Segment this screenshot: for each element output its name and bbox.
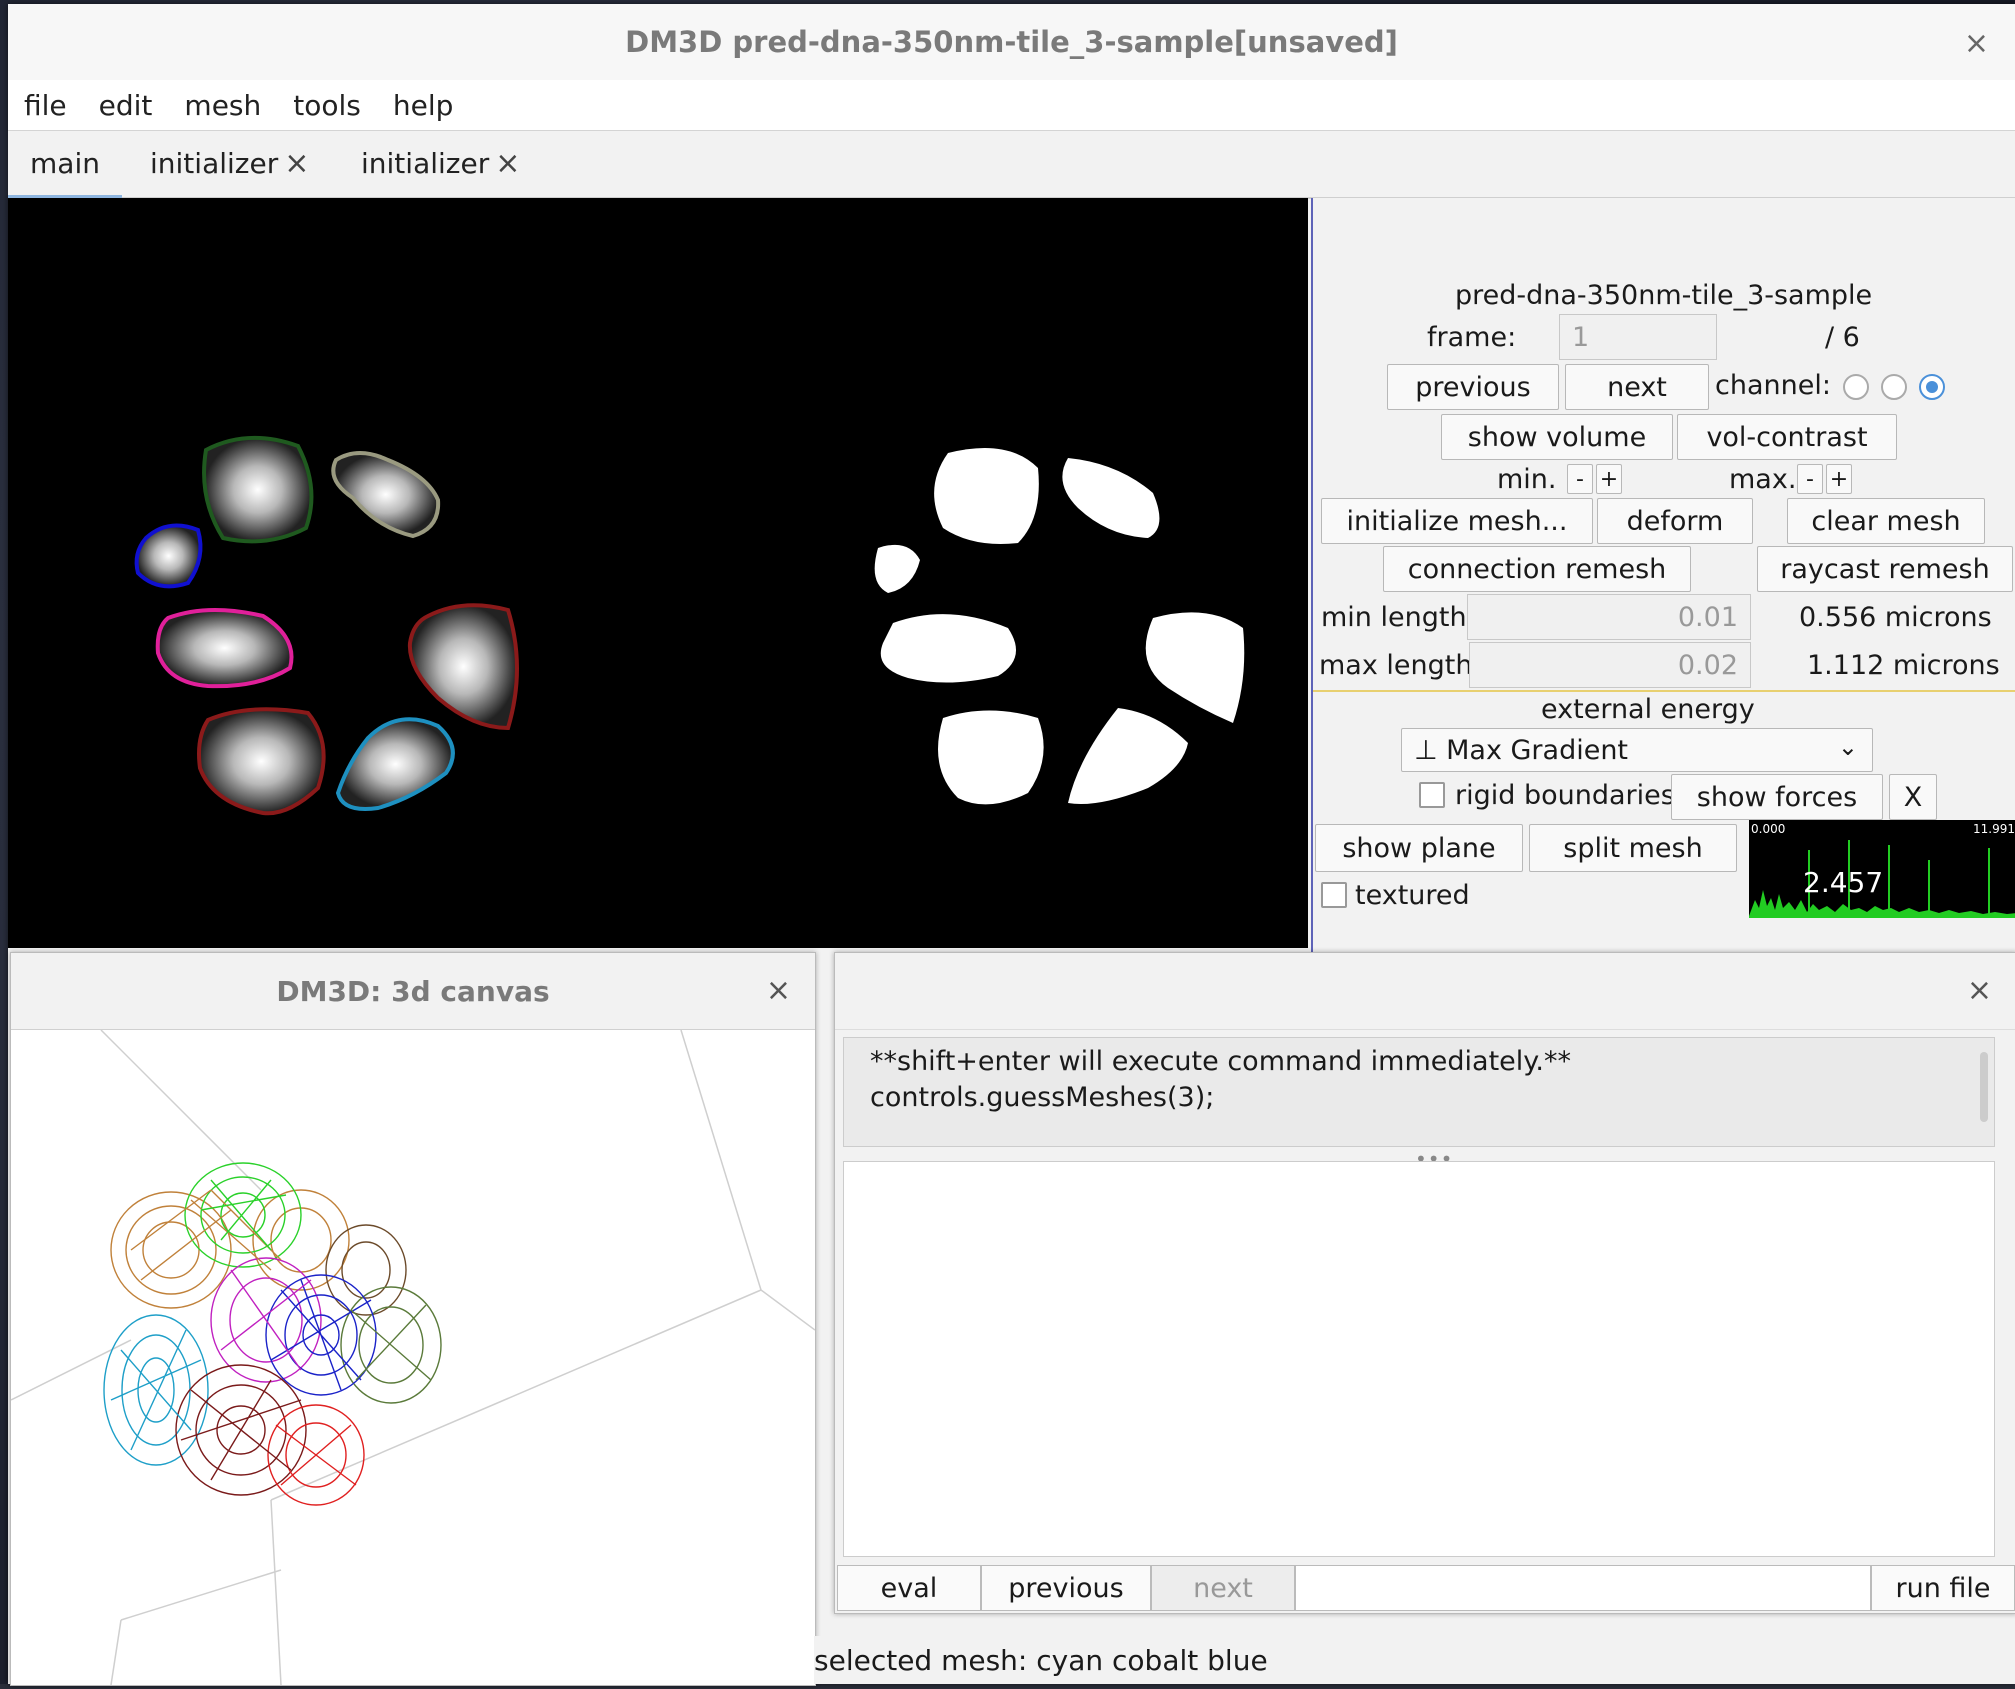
vol-contrast-button[interactable]: vol-contrast — [1677, 414, 1897, 460]
section-divider — [1313, 690, 2015, 692]
canvas3d-title: DM3D: 3d canvas — [276, 974, 550, 1008]
textured-checkbox[interactable] — [1321, 882, 1347, 908]
image-canvas[interactable] — [8, 198, 1308, 948]
max-length-microns: 1.112 microns — [1807, 650, 2000, 681]
tab-main-label: main — [30, 146, 100, 180]
min-length-microns: 0.556 microns — [1799, 602, 1992, 633]
nucleus-green[interactable] — [202, 436, 314, 544]
channel-radio-3[interactable] — [1919, 374, 1945, 400]
output-line: controls.guessMeshes(3); — [870, 1082, 1215, 1113]
script-input[interactable] — [843, 1161, 1995, 1557]
nucleus-magenta[interactable] — [155, 608, 294, 689]
split-mesh-button[interactable]: split mesh — [1529, 824, 1737, 872]
max-increase-button[interactable]: + — [1826, 464, 1852, 494]
rigid-boundaries-label: rigid boundaries — [1455, 780, 1675, 811]
frame-label: frame: — [1427, 322, 1517, 353]
show-plane-button[interactable]: show plane — [1315, 824, 1523, 872]
histogram-min: 0.000 — [1751, 822, 1786, 836]
script-next-button[interactable]: next — [1151, 1565, 1295, 1611]
menu-bar: file edit mesh tools help — [8, 80, 2015, 131]
nucleus-red-bottom[interactable] — [197, 707, 326, 816]
eval-button[interactable]: eval — [837, 1565, 981, 1611]
max-label: max. — [1729, 464, 1797, 495]
control-panel: pred-dna-350nm-tile_3-sample frame: 1 / … — [1311, 198, 2015, 956]
min-length-field[interactable]: 0.01 — [1467, 594, 1751, 640]
deform-button[interactable]: deform — [1597, 498, 1753, 544]
run-file-button[interactable]: run file — [1871, 1565, 2015, 1611]
previous-button[interactable]: previous — [1387, 364, 1559, 410]
output-line: **shift+enter will execute command immed… — [870, 1046, 1571, 1077]
menu-mesh[interactable]: mesh — [184, 89, 261, 122]
binary-mask — [874, 448, 1245, 805]
script-previous-button[interactable]: previous — [981, 1565, 1151, 1611]
tab-initializer-1[interactable]: initializer × — [150, 131, 309, 195]
close-icon[interactable]: × — [1964, 26, 1989, 61]
title-bar: DM3D pred-dna-350nm-tile_3-sample[unsave… — [8, 4, 2015, 80]
max-length-label: max length — [1319, 650, 1473, 681]
show-volume-button[interactable]: show volume — [1441, 414, 1673, 460]
mesh-wireframes — [103, 1162, 442, 1506]
image-view — [134, 436, 1245, 816]
channel-radio-2[interactable] — [1881, 374, 1907, 400]
min-length-label: min length — [1321, 602, 1467, 633]
menu-tools[interactable]: tools — [293, 89, 361, 122]
script-window: × **shift+enter will execute command imm… — [834, 952, 2015, 1614]
mesh-scene — [10, 1029, 816, 1686]
rigid-boundaries-checkbox[interactable] — [1419, 782, 1445, 808]
script-title-bar: × — [835, 953, 2015, 1030]
close-icon[interactable]: × — [766, 973, 791, 1008]
status-bar: selected mesh: cyan cobalt blue — [814, 1636, 2015, 1684]
window-title: DM3D pred-dna-350nm-tile_3-sample[unsave… — [625, 25, 1398, 59]
external-energy-label: external energy — [1541, 694, 1755, 725]
raycast-remesh-button[interactable]: raycast remesh — [1757, 546, 2013, 592]
frame-total: / 6 — [1825, 322, 1860, 353]
textured-label: textured — [1355, 880, 1470, 911]
menu-help[interactable]: help — [393, 89, 454, 122]
channel-radio-1[interactable] — [1843, 374, 1869, 400]
initialize-mesh-button[interactable]: initialize mesh... — [1321, 498, 1593, 544]
x-button[interactable]: X — [1889, 774, 1937, 820]
scrollbar[interactable] — [1980, 1052, 1988, 1122]
min-label: min. — [1497, 464, 1557, 495]
tab-initializer-2[interactable]: initializer × — [361, 131, 520, 195]
channel-label: channel: — [1715, 370, 1831, 401]
external-energy-value: ⊥ Max Gradient — [1414, 734, 1629, 766]
tab-close-icon[interactable]: × — [284, 146, 309, 181]
histogram-max: 11.991 — [1973, 822, 2015, 836]
connection-remesh-button[interactable]: connection remesh — [1383, 546, 1691, 592]
histogram-value: 2.457 — [1803, 866, 1884, 899]
min-increase-button[interactable]: + — [1596, 464, 1622, 494]
tab-close-icon[interactable]: × — [495, 146, 520, 181]
chevron-down-icon: ⌄ — [1837, 733, 1858, 761]
script-output: **shift+enter will execute command immed… — [843, 1037, 1995, 1147]
min-decrease-button[interactable]: - — [1567, 464, 1593, 494]
tab-main[interactable]: main — [8, 131, 122, 199]
menu-file[interactable]: file — [24, 89, 67, 122]
file-path-field[interactable] — [1295, 1565, 1871, 1611]
image-name: pred-dna-350nm-tile_3-sample — [1455, 280, 1873, 311]
max-length-field[interactable]: 0.02 — [1469, 642, 1751, 688]
frame-field[interactable]: 1 — [1559, 314, 1717, 360]
show-forces-button[interactable]: show forces — [1671, 774, 1883, 820]
tab-initializer-label: initializer — [361, 146, 490, 180]
selected-mesh-status: selected mesh: cyan cobalt blue — [814, 1643, 1268, 1677]
close-icon[interactable]: × — [1967, 973, 1992, 1008]
external-energy-select[interactable]: ⊥ Max Gradient ⌄ — [1401, 728, 1873, 772]
nucleus-grey[interactable] — [331, 451, 441, 539]
nucleus-red-right[interactable] — [407, 603, 519, 731]
energy-histogram: 0.000 11.991 2.457 — [1749, 820, 2015, 918]
next-button[interactable]: next — [1565, 364, 1709, 410]
tab-bar: main initializer × initializer × — [8, 131, 2015, 199]
canvas3d-title-bar: DM3D: 3d canvas × — [11, 953, 815, 1030]
clear-mesh-button[interactable]: clear mesh — [1787, 498, 1985, 544]
nucleus-blue[interactable] — [134, 523, 203, 589]
bounding-box-lines — [10, 1029, 816, 1686]
tab-initializer-label: initializer — [150, 146, 279, 180]
nucleus-cyan[interactable] — [335, 717, 455, 811]
max-decrease-button[interactable]: - — [1797, 464, 1823, 494]
canvas3d-view[interactable] — [10, 1029, 816, 1686]
canvas3d-window: DM3D: 3d canvas × — [10, 952, 816, 1686]
menu-edit[interactable]: edit — [99, 89, 153, 122]
